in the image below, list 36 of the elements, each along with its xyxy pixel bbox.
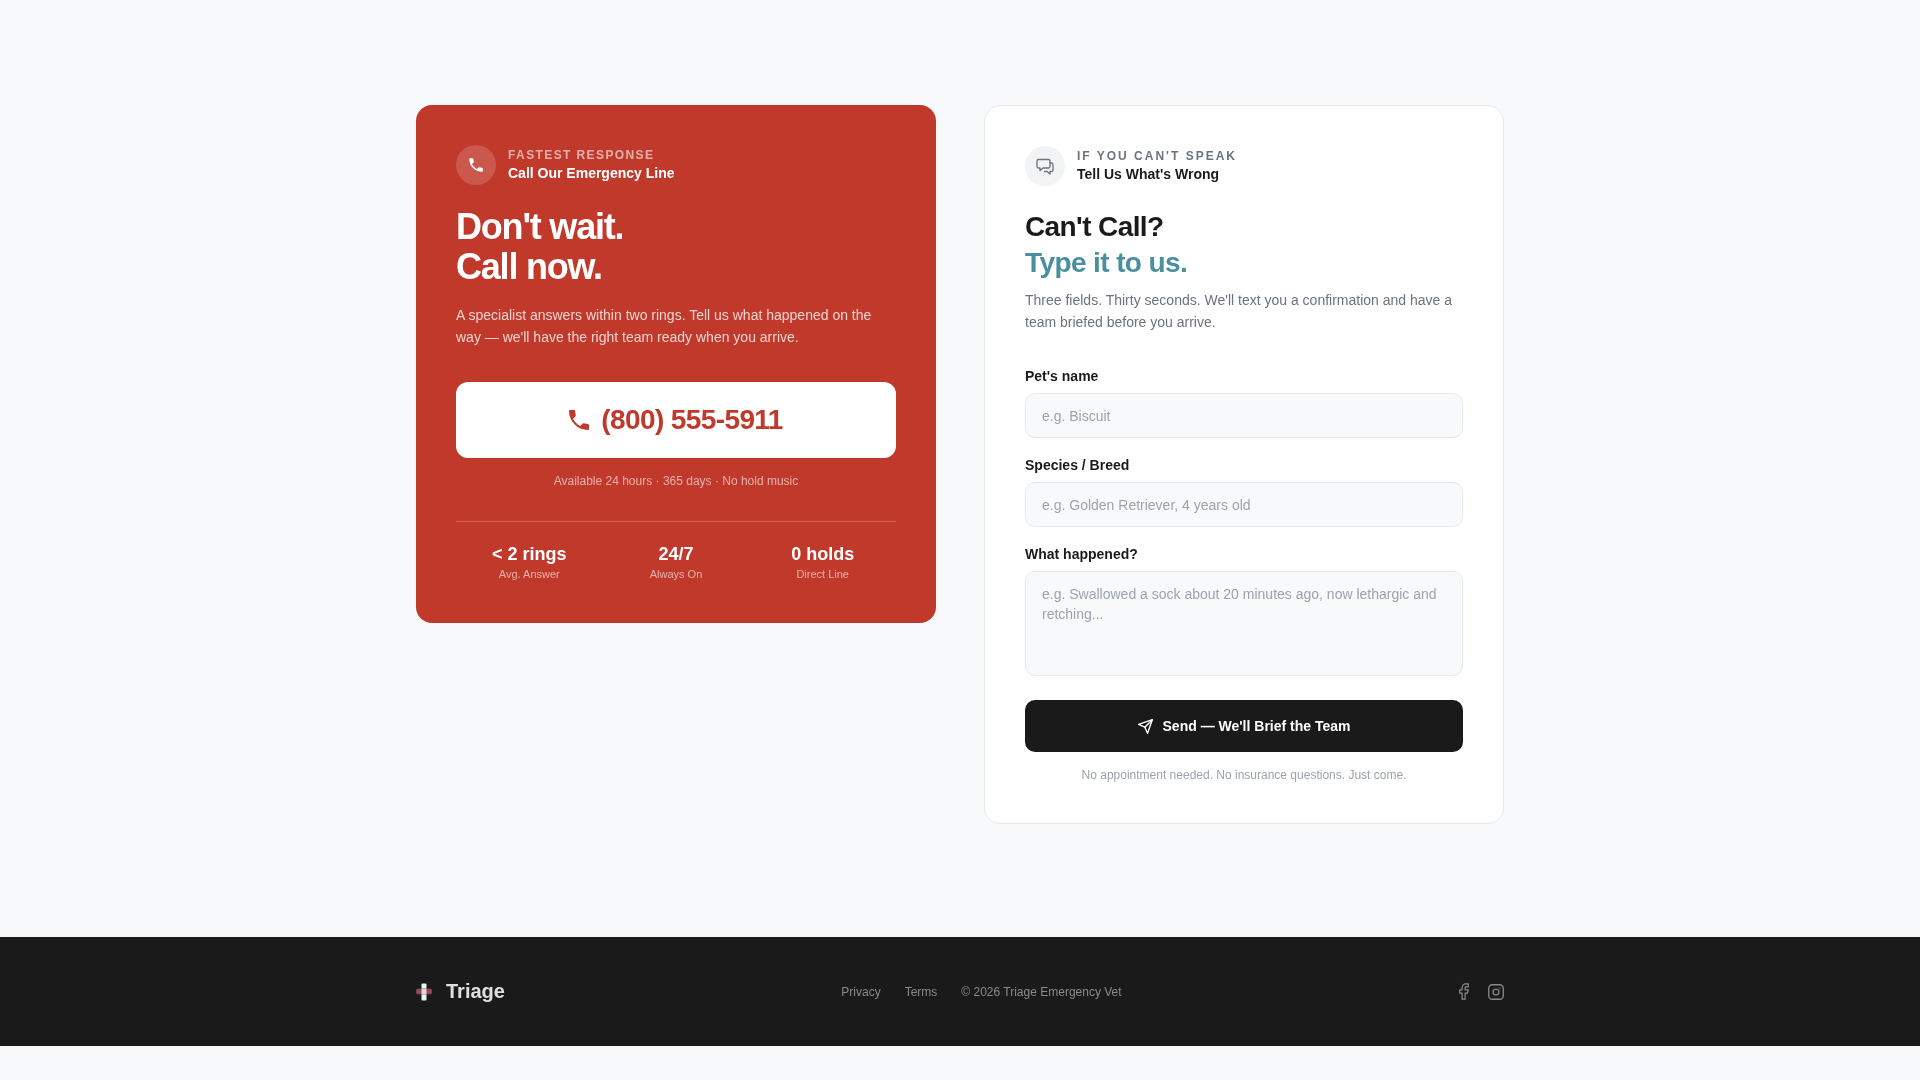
input-field[interactable]: e.g. Golden Retriever, 4 years old [1025, 482, 1463, 527]
send-icon [1137, 718, 1153, 734]
input-field[interactable]: e.g. Biscuit [1025, 393, 1463, 438]
field-label: What happened? [1025, 545, 1138, 564]
phone-icon [456, 145, 496, 185]
textarea-field[interactable]: e.g. Swallowed a sock about 20 minutes ago, now lethargic and retching... [1025, 571, 1463, 676]
chat-bubbles-icon [1025, 146, 1065, 186]
note-text: No appointment needed. No insurance questions. Just come. [1080, 767, 1408, 784]
send-button[interactable]: Send — We'll Brief the Team [1025, 700, 1463, 752]
field-label: Pet's name [1025, 367, 1099, 386]
availability-text: Available 24 hours · 365 days · No hold music [552, 473, 800, 490]
stat-label: Direct Line [796, 567, 849, 582]
heading-accent: Type it to us. [1025, 246, 1189, 280]
description: Three fields. Thirty seconds. We'll text you a confirmation and have a team briefed before you arrive. [1025, 291, 1454, 332]
stat-value: < 2 rings [492, 543, 567, 566]
stat-value: 24/7 [658, 543, 694, 566]
footer-link[interactable]: Terms [904, 982, 938, 1001]
instagram-icon[interactable] [1488, 983, 1504, 1000]
cross-logo-icon [416, 982, 432, 1001]
stat-label: Always On [649, 567, 703, 582]
stat-label: Avg. Answer [498, 567, 560, 582]
eyebrow: FASTEST RESPONSE [508, 147, 656, 163]
copyright-text: © 2026 Triage Emergency Vet [961, 983, 1122, 1001]
card-subtitle: Tell Us What's Wrong [1077, 165, 1221, 184]
eyebrow: IF YOU CAN'T SPEAK [1077, 148, 1237, 164]
heading: Can't Call? [1025, 210, 1165, 244]
card-subtitle: Call Our Emergency Line [508, 164, 675, 183]
brand-name: Triage [446, 979, 505, 1004]
field-label: Species / Breed [1025, 456, 1130, 475]
footer-link[interactable]: Privacy [841, 982, 881, 1001]
headline: Don't wait. Call now. [456, 207, 625, 287]
phone-icon [569, 410, 590, 430]
description: A specialist answers within two rings. Tell us what happened on the way — we'll have the right team ready when you arrive. [456, 306, 873, 347]
stat-value: 0 holds [791, 543, 855, 566]
phone-number-button[interactable]: (800) 555-5911 [456, 382, 896, 458]
facebook-icon[interactable] [1458, 983, 1470, 1000]
